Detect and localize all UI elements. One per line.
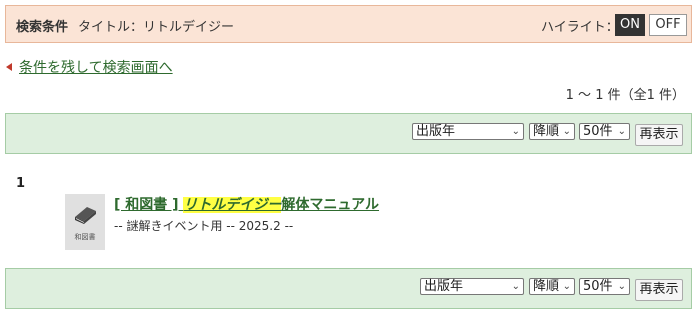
redisplay-button[interactable]: 再表示 — [635, 279, 683, 301]
search-conditions-label: 検索条件 — [16, 20, 69, 35]
per-page-value: 50件 — [583, 124, 613, 139]
thumbnail-label: 和図書 — [74, 233, 96, 241]
result-subtitle: -- 謎解きイベント用 -- 2025.2 -- — [114, 219, 294, 233]
redisplay-button[interactable]: 再表示 — [635, 124, 683, 146]
title-prefix: [ 和図書 ] — [114, 197, 184, 213]
highlight-label: ハイライト： — [541, 20, 619, 35]
per-page-value: 50件 — [583, 279, 613, 294]
chevron-down-icon: ⌄ — [511, 281, 520, 292]
highlight-on-button[interactable]: ON — [615, 14, 645, 36]
search-conditions-bar: 検索条件 タイトル：リトルデイジー ハイライト： ON OFF — [5, 5, 692, 43]
sort-order-value: 降順 — [533, 279, 560, 294]
highlight-off-button[interactable]: OFF — [649, 14, 687, 36]
thumbnail[interactable]: 和図書 — [65, 194, 105, 250]
result-title-link[interactable]: [ 和図書 ] リトルデイジー解体マニュアル — [114, 194, 379, 214]
chevron-down-icon: ⌄ — [562, 281, 571, 292]
chevron-down-icon: ⌄ — [617, 126, 626, 137]
result-count: 1 ～ 1 件（全1 件） — [565, 88, 685, 103]
book-icon — [75, 207, 96, 224]
sort-bar-top: 出版年 ⌄ 降順 ⌄ 50件 ⌄ 再表示 — [5, 113, 692, 154]
sort-field-select[interactable]: 出版年 ⌄ — [412, 123, 524, 140]
search-conditions-text: タイトル：リトルデイジー — [78, 20, 235, 35]
sort-bar-bottom: 出版年 ⌄ 降順 ⌄ 50件 ⌄ 再表示 — [5, 268, 692, 309]
title-rest: 解体マニュアル — [281, 197, 380, 213]
triangle-left-icon — [6, 63, 12, 71]
sort-order-select[interactable]: 降順 ⌄ — [529, 278, 575, 295]
sort-order-value: 降順 — [533, 124, 560, 139]
title-highlight: リトルデイジー — [183, 197, 282, 213]
sort-field-value: 出版年 — [416, 124, 456, 139]
sort-order-select[interactable]: 降順 ⌄ — [529, 123, 575, 140]
back-to-search-link[interactable]: 条件を残して検索画面へ — [19, 57, 173, 77]
per-page-select[interactable]: 50件 ⌄ — [579, 278, 630, 295]
chevron-down-icon: ⌄ — [562, 126, 571, 137]
sort-field-value: 出版年 — [424, 279, 464, 294]
chevron-down-icon: ⌄ — [511, 126, 520, 137]
sort-field-select[interactable]: 出版年 ⌄ — [420, 278, 524, 295]
chevron-down-icon: ⌄ — [617, 281, 626, 292]
result-number: 1 — [16, 176, 26, 191]
per-page-select[interactable]: 50件 ⌄ — [579, 123, 630, 140]
